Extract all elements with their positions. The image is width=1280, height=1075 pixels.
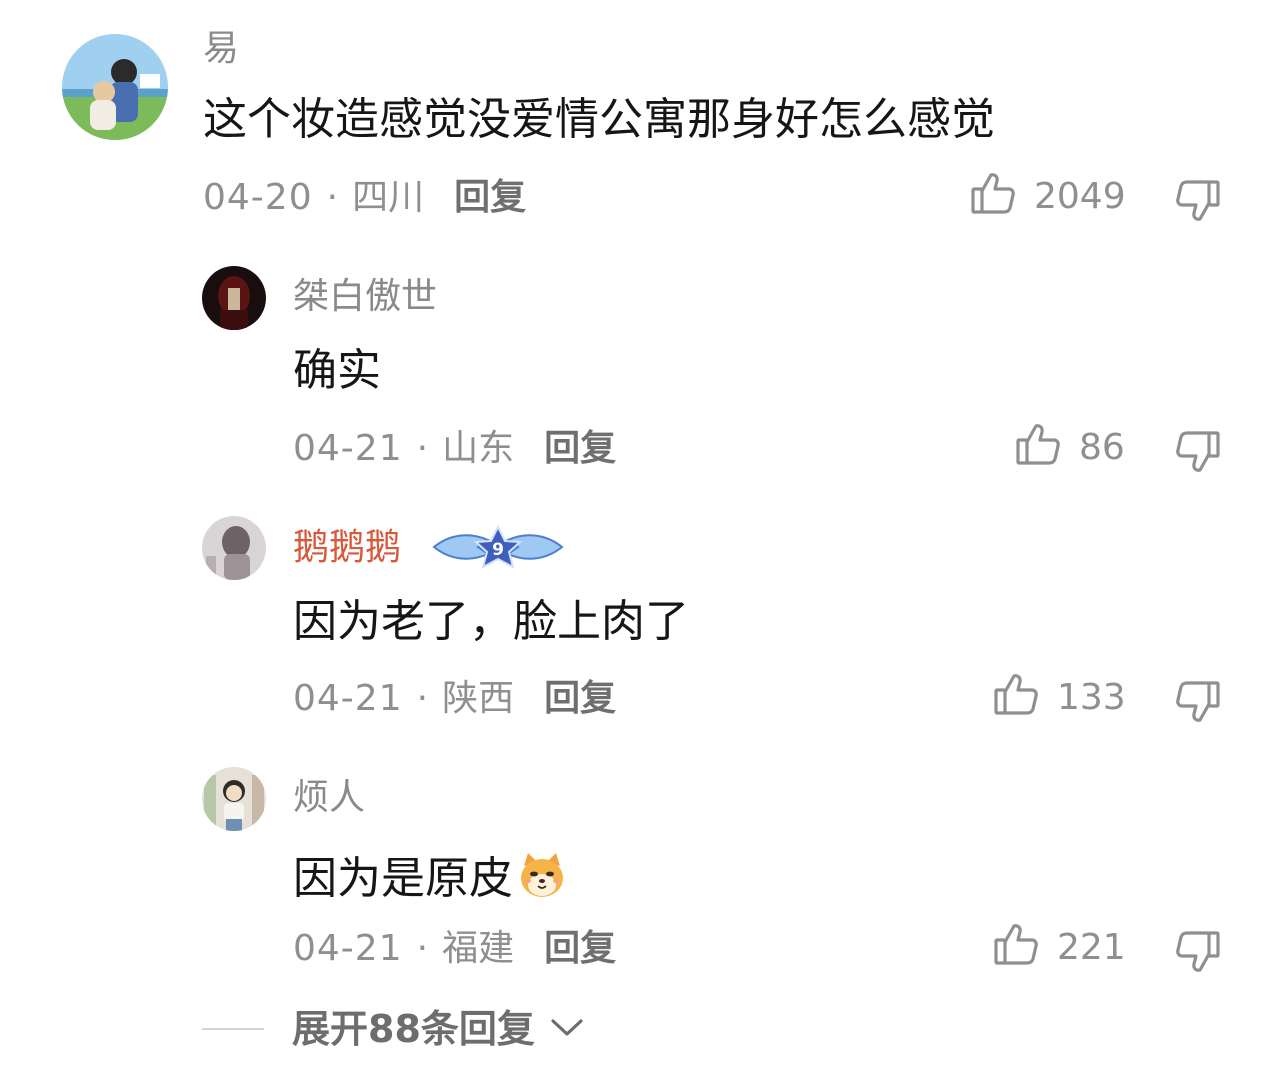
username[interactable]: 烦人 xyxy=(293,780,365,816)
meta-separator: · xyxy=(416,928,429,969)
thumbs-up-icon xyxy=(1015,421,1061,474)
dislike-button[interactable] xyxy=(1175,929,1221,979)
comment-meta: 04-21 · 山东 回复 xyxy=(293,431,616,467)
thumbs-down-icon xyxy=(1175,180,1221,228)
like-count: 221 xyxy=(1057,926,1126,968)
divider-line xyxy=(202,1028,264,1030)
badge-level: 9 xyxy=(492,540,504,560)
expand-replies-label: 展开88条回复 xyxy=(292,1007,535,1051)
shiba-dog-emoji-icon xyxy=(517,850,567,908)
comment-location: 山东 xyxy=(442,428,515,469)
comment-date: 04-21 xyxy=(293,678,403,719)
reply-button[interactable]: 回复 xyxy=(454,180,526,216)
like-count: 2049 xyxy=(1034,175,1126,217)
username[interactable]: 鹅鹅鹅 xyxy=(293,530,401,566)
comment-date: 04-21 xyxy=(293,428,403,469)
comment-text: 因为老了，脸上肉了 xyxy=(293,596,689,647)
like-count: 86 xyxy=(1079,426,1125,468)
comment-text: 因为是原皮 xyxy=(293,850,567,908)
meta-separator: · xyxy=(326,177,339,218)
expand-replies-button[interactable]: 展开88条回复 xyxy=(202,1010,585,1048)
dislike-button[interactable] xyxy=(1175,429,1221,479)
chevron-down-icon xyxy=(549,1015,585,1043)
dislike-button[interactable] xyxy=(1175,178,1221,228)
comment-text: 确实 xyxy=(293,345,381,396)
username[interactable]: 易 xyxy=(203,31,239,67)
reply-button[interactable]: 回复 xyxy=(544,681,616,717)
comment-meta: 04-21 · 陕西 回复 xyxy=(293,681,616,717)
avatar[interactable] xyxy=(202,516,266,580)
comment-meta: 04-21 · 福建 回复 xyxy=(293,931,616,967)
thumbs-up-icon xyxy=(993,921,1039,974)
dislike-button[interactable] xyxy=(1175,679,1221,729)
comment-text: 这个妆造感觉没爱情公寓那身好怎么感觉 xyxy=(203,94,995,145)
comment-date: 04-21 xyxy=(293,928,403,969)
thumbs-down-icon xyxy=(1175,431,1221,479)
level-badge: 9 xyxy=(430,524,566,574)
like-button[interactable]: 133 xyxy=(993,671,1126,724)
meta-separator: · xyxy=(416,428,429,469)
comment-meta: 04-20 · 四川 回复 xyxy=(203,180,526,216)
comment-date: 04-20 xyxy=(203,177,313,218)
like-count: 133 xyxy=(1057,676,1126,718)
like-button[interactable]: 221 xyxy=(993,921,1126,974)
reply-button[interactable]: 回复 xyxy=(544,931,616,967)
thumbs-down-icon xyxy=(1175,681,1221,729)
username[interactable]: 桀白傲世 xyxy=(293,279,437,315)
thumbs-down-icon xyxy=(1175,931,1221,979)
avatar[interactable] xyxy=(62,34,168,140)
avatar[interactable] xyxy=(202,767,266,831)
avatar[interactable] xyxy=(202,266,266,330)
thumbs-up-icon xyxy=(993,671,1039,724)
reply-button[interactable]: 回复 xyxy=(544,431,616,467)
thumbs-up-icon xyxy=(970,170,1016,223)
like-button[interactable]: 86 xyxy=(1015,421,1125,474)
comment-text-body: 因为是原皮 xyxy=(293,853,513,904)
like-button[interactable]: 2049 xyxy=(970,170,1126,223)
comment-location: 陕西 xyxy=(442,678,515,719)
comment-location: 福建 xyxy=(442,928,515,969)
comment-location: 四川 xyxy=(352,177,425,218)
meta-separator: · xyxy=(416,678,429,719)
